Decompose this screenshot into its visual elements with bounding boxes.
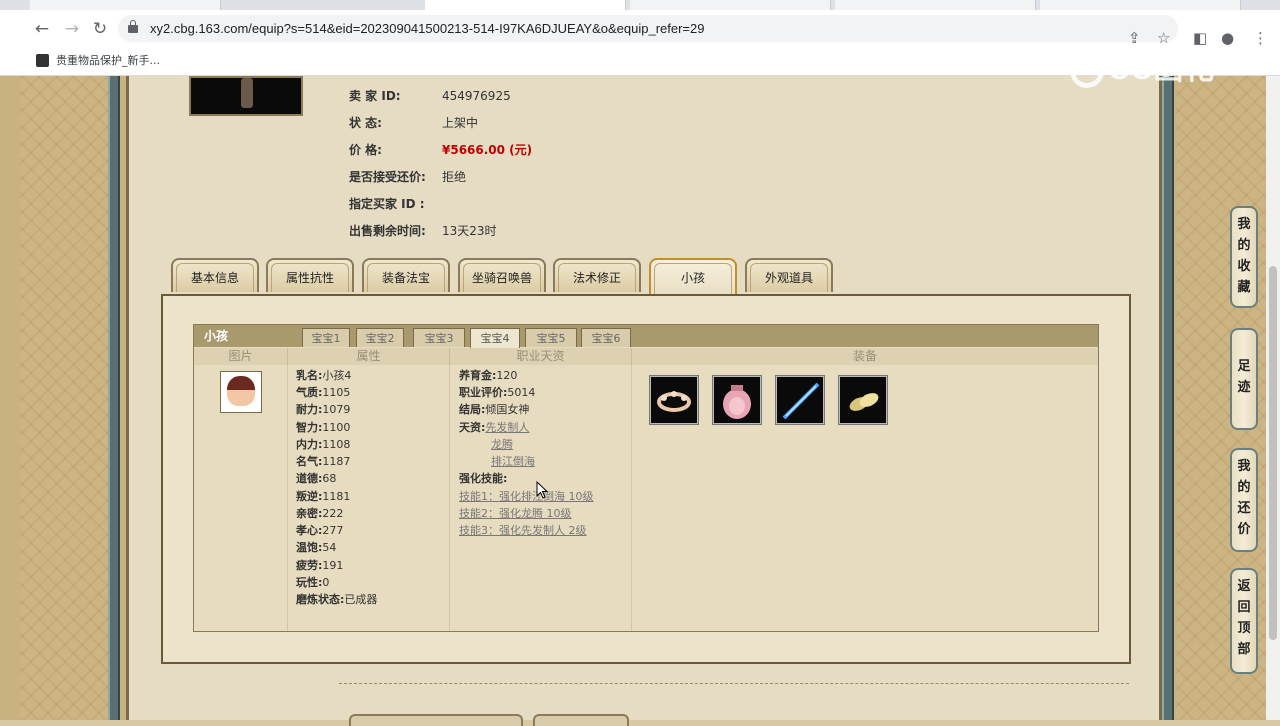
watermark-logo: CC函化: [1070, 48, 1250, 92]
reload-icon[interactable]: ↻: [90, 19, 110, 39]
attr-row: 疲劳:191: [296, 559, 344, 572]
subtab-baby-3[interactable]: 宝宝3: [413, 328, 465, 347]
child-face-icon: [227, 376, 255, 406]
price-value: ¥5666.00 (元): [442, 143, 533, 157]
url-text[interactable]: xy2.cbg.163.com/equip?s=514&eid=20230904…: [150, 20, 704, 37]
skill-link[interactable]: 技能2：强化龙腾 10级: [459, 507, 572, 521]
status-row: 状 态: 上架中: [349, 116, 479, 130]
subtab-baby-6[interactable]: 宝宝6: [581, 328, 631, 347]
browser-tab[interactable]: [1040, 0, 1241, 10]
browser-tab[interactable]: [30, 0, 221, 10]
attributes-column: 乳名:小孩4 气质:1105 耐力:1079 智力:1100 内力:1108 名…: [288, 365, 450, 631]
pink-pouch-icon[interactable]: [712, 375, 762, 425]
attr-row: 名气:1187: [296, 455, 351, 468]
lock-icon[interactable]: [128, 20, 138, 33]
bookmark-item[interactable]: 贵重物品保护_新手...: [56, 53, 160, 69]
attr-row: 气质:1105: [296, 386, 351, 399]
career-rating-row: 职业评价:5014: [459, 386, 536, 399]
attr-row: 智力:1100: [296, 421, 351, 434]
image-column: [194, 365, 288, 631]
browser-tab-strip: [0, 0, 1280, 10]
tab-child[interactable]: 小孩: [649, 258, 737, 294]
browser-tab[interactable]: [630, 0, 831, 10]
my-favorites-button[interactable]: 我的收藏: [1230, 206, 1258, 308]
tab-basic-info[interactable]: 基本信息: [171, 258, 259, 292]
ending-row: 结局:倾国女神: [459, 403, 530, 416]
column-header-equipment: 装备: [632, 348, 1098, 365]
column-header-image: 图片: [194, 348, 288, 365]
child-table-header: 小孩 宝宝1 宝宝2 宝宝3 宝宝4 宝宝5 宝宝6: [194, 325, 1098, 348]
attr-row: 耐力:1079: [296, 403, 351, 416]
decorative-pillar: [108, 76, 120, 720]
yangyujin-row: 养育金:120: [459, 369, 518, 382]
decorative-pillar: [1162, 76, 1174, 720]
back-icon[interactable]: ←: [32, 19, 52, 39]
column-header-attributes: 属性: [288, 348, 450, 365]
page-background: 卖 家 ID: 454976925 状 态: 上架中 价 格: ¥5666.00 (元…: [0, 76, 1280, 726]
address-bar: ← → ↻ xy2.cbg.163.com/equip?s=514&eid=20…: [0, 10, 1280, 47]
child-table: 小孩 宝宝1 宝宝2 宝宝3 宝宝4 宝宝5 宝宝6 图片 属性 职业天资 装备: [193, 324, 1099, 632]
column-header-career: 职业天资: [450, 348, 632, 365]
attr-row: 道德:68: [296, 472, 337, 485]
back-to-top-button[interactable]: 返回顶部: [1230, 568, 1258, 674]
skill-link[interactable]: 技能1：强化排江倒海 10级: [459, 490, 594, 504]
tab-attributes[interactable]: 属性抗性: [266, 258, 354, 292]
attr-row: 亲密:222: [296, 507, 344, 520]
attr-row: 磨炼状态:已成器: [296, 593, 378, 606]
tab-spell-correction[interactable]: 法术修正: [553, 258, 641, 292]
divider: [339, 683, 1129, 684]
child-panel: 小孩 宝宝1 宝宝2 宝宝3 宝宝4 宝宝5 宝宝6 图片 属性 职业天资 装备: [161, 294, 1131, 664]
bookmark-favicon-icon[interactable]: [36, 54, 49, 67]
scrollbar-thumb[interactable]: [1269, 266, 1277, 640]
counter-offer-row: 是否接受还价: 拒绝: [349, 170, 467, 184]
equipment-column: [632, 365, 1098, 631]
forward-icon[interactable]: →: [62, 19, 82, 39]
attr-row: 玩性:0: [296, 576, 330, 589]
bottom-button[interactable]: [349, 714, 523, 726]
subtab-baby-1[interactable]: 宝宝1: [302, 328, 350, 347]
character-figure: [241, 78, 253, 108]
attr-row: 孝心:277: [296, 524, 344, 537]
golden-shoes-icon[interactable]: [838, 375, 888, 425]
price-row: 价 格: ¥5666.00 (元): [349, 143, 533, 157]
subtab-baby-5[interactable]: 宝宝5: [525, 328, 577, 347]
designated-buyer-row: 指定买家 ID :: [349, 197, 425, 211]
browser-tab-active[interactable]: [425, 0, 626, 10]
seller-id-row: 卖 家 ID: 454976925: [349, 89, 511, 103]
subtab-baby-2[interactable]: 宝宝2: [356, 328, 404, 347]
bottom-button[interactable]: [533, 714, 629, 726]
flower-crown-icon[interactable]: [649, 375, 699, 425]
attr-row: 叛逆:1181: [296, 490, 351, 503]
page-scrollbar[interactable]: [1266, 76, 1280, 720]
skill-link[interactable]: 技能3：强化先发制人 2级: [459, 524, 587, 538]
main-content: 卖 家 ID: 454976925 状 态: 上架中 价 格: ¥5666.00 (元…: [126, 76, 1162, 726]
attr-row: 温饱:54: [296, 541, 337, 554]
my-counter-offer-button[interactable]: 我的还价: [1230, 448, 1258, 552]
blue-sword-icon[interactable]: [775, 375, 825, 425]
character-image: [189, 76, 303, 116]
browser-tab[interactable]: [835, 0, 1036, 10]
footprint-button[interactable]: 足迹: [1230, 328, 1258, 430]
attr-row: 乳名:小孩4: [296, 369, 352, 382]
talent-link[interactable]: 龙腾: [491, 438, 513, 452]
subtab-baby-4[interactable]: 宝宝4: [470, 328, 520, 348]
talent-link[interactable]: 先发制人: [485, 421, 529, 434]
child-table-title: 小孩: [204, 329, 229, 343]
enhanced-skills-label: 强化技能:: [459, 472, 508, 485]
mouse-cursor-icon: [536, 481, 548, 499]
tab-mount-pets[interactable]: 坐骑召唤兽: [458, 258, 546, 292]
tab-appearance[interactable]: 外观道具: [745, 258, 833, 292]
talent-row: 天资:先发制人: [459, 421, 530, 434]
remaining-time-row: 出售剩余时间: 13天23时: [349, 224, 497, 238]
attr-row: 内力:1108: [296, 438, 351, 451]
talent-link[interactable]: 排江倒海: [491, 455, 535, 469]
decorative-frame-left: [20, 76, 110, 720]
child-portrait: [220, 371, 262, 413]
tab-equipment[interactable]: 装备法宝: [362, 258, 450, 292]
